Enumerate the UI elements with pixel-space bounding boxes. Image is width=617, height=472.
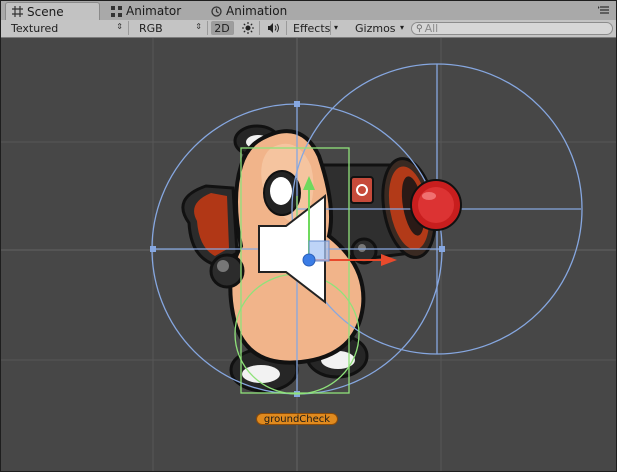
red-sphere-marker[interactable] [410, 179, 462, 231]
audio-toggle[interactable] [261, 21, 287, 35]
scene-grid-icon [12, 6, 23, 17]
gizmos-dropdown[interactable]: Gizmos ▾ [353, 21, 408, 35]
groundcheck-label[interactable]: groundCheck [256, 413, 338, 425]
gizmos-label: Gizmos [355, 21, 396, 35]
tab-label: Animator [126, 4, 182, 18]
search-input[interactable]: ⚲ All [411, 22, 613, 35]
tab-label: Scene [27, 4, 64, 19]
2d-mode-label: 2D [214, 21, 230, 35]
render-mode-value: Textured [11, 21, 59, 35]
speaker-icon [267, 23, 279, 33]
scene-view[interactable]: groundCheck [1, 38, 616, 471]
chevron-down-icon: ▾ [399, 23, 404, 32]
color-mode-value: RGB [139, 21, 163, 35]
tab-animation[interactable]: Animation [211, 2, 301, 20]
effects-dropdown[interactable]: Effects ▾ [291, 21, 341, 35]
2d-mode-toggle[interactable]: 2D [211, 21, 234, 35]
tab-menu-icon[interactable] [598, 4, 610, 16]
render-mode-dropdown[interactable]: Textured ⇕ [5, 21, 129, 35]
pivot-handle[interactable] [302, 253, 316, 267]
color-mode-dropdown[interactable]: RGB ⇕ [133, 21, 208, 35]
chevron-down-icon: ▾ [330, 21, 341, 35]
search-placeholder: All [424, 22, 439, 35]
lighting-toggle[interactable] [236, 21, 260, 35]
scene-toolbar: Textured ⇕ RGB ⇕ 2D Effects ▾ Gizmos ▾ ⚲… [1, 20, 616, 38]
animation-icon [211, 5, 222, 17]
animator-icon [111, 5, 122, 17]
tab-scene[interactable]: Scene [5, 2, 100, 20]
effects-label: Effects [293, 21, 331, 35]
tab-label: Animation [226, 4, 288, 18]
chevron-updown-icon: ⇕ [195, 22, 202, 31]
scene-canvas [1, 38, 616, 471]
search-icon: ⚲ [416, 23, 423, 34]
sun-icon [241, 22, 254, 34]
tab-animator[interactable]: Animator [111, 2, 201, 20]
chevron-updown-icon: ⇕ [116, 22, 123, 31]
tab-bar: Scene Animator Animation [1, 1, 616, 21]
